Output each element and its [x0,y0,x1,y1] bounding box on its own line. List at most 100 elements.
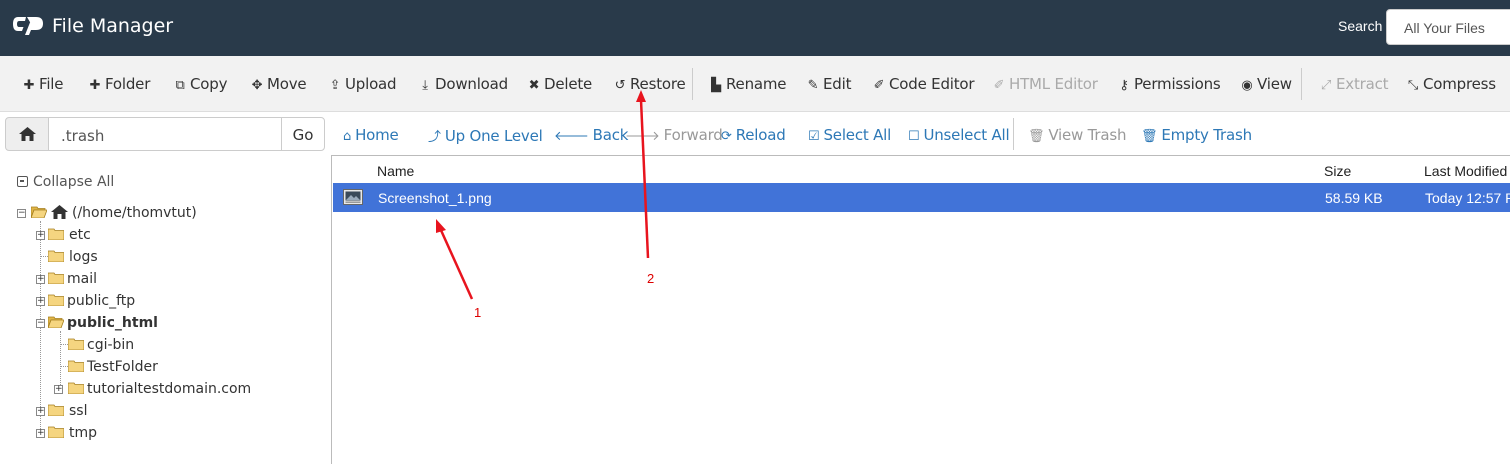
unselect-all-link[interactable]: ☐ Unselect All [908,126,1010,144]
close-icon: ✖ [528,78,540,93]
move-button[interactable]: ✥ Move [250,75,307,93]
view-trash-link[interactable]: 🗑 View Trash [1028,126,1127,144]
tree-item-testfolder[interactable]: TestFolder [56,357,176,377]
tree-item-etc[interactable]: + etc [36,225,156,245]
compress-button[interactable]: ⤡ Compress [1406,75,1496,93]
go-button[interactable]: Go [281,117,325,151]
check-square-icon: ☑ [808,129,820,144]
expand-toggle-icon[interactable]: + [36,429,45,438]
rename-button[interactable]: ▙ Rename [709,75,786,93]
folder-icon [48,404,64,416]
top-header: File Manager Search All Your Files [0,0,1510,56]
table-row[interactable]: Screenshot_1.png 58.59 KB Today 12:57 PM [333,183,1510,212]
copy-button[interactable]: ⧉ Copy [173,75,227,93]
toolbar-divider [692,68,693,100]
plus-icon: ✚ [23,78,35,93]
home-icon [51,205,68,219]
tree-item-logs[interactable]: logs [36,247,156,267]
collapse-toggle-icon[interactable]: − [36,319,45,328]
key-icon: ⚷ [1119,78,1129,93]
expand-toggle-icon[interactable]: + [36,231,45,240]
toolbar-divider [1301,68,1302,100]
download-icon: ⤓ [422,78,428,93]
edit-square-icon: ✐ [993,78,1005,93]
select-all-link[interactable]: ☑ Select All [808,126,891,144]
folder-icon [48,228,64,240]
toolbar: ✚ File ✚ Folder ⧉ Copy ✥ Move ⇪ Upload ⤓ Downl… [0,56,1510,112]
image-file-icon [343,189,363,205]
tree-item-tutorialtestdomain[interactable]: + tutorialtestdomain.com [54,379,254,399]
level-up-icon: ⤴ [428,130,441,145]
tree-item-public-html[interactable]: − public_html [36,313,186,333]
search-scope-select[interactable]: All Your Files [1386,9,1510,45]
copy-icon: ⧉ [175,78,185,93]
column-header-last-modified[interactable]: Last Modified [1424,163,1507,179]
file-modified-cell: Today 12:57 PM [1425,190,1510,206]
back-link[interactable]: 🡐 Back [554,126,628,144]
nav-divider [1013,118,1014,150]
tree-item-cgi-bin[interactable]: cgi-bin [56,335,176,355]
file-list-panel: Name Size Last Modified Screenshot_1.png… [331,155,1510,464]
folder-open-icon [48,316,64,328]
expand-toggle-icon[interactable]: + [54,385,63,394]
tree-item-public-ftp[interactable]: + public_ftp [36,291,176,311]
expand-toggle-icon[interactable]: + [36,297,45,306]
file-icon: ▙ [711,78,721,93]
undo-icon: ↺ [614,78,626,93]
column-header-size[interactable]: Size [1324,163,1351,179]
restore-button[interactable]: ↺ Restore [613,75,686,93]
home-icon [19,127,36,141]
folder-icon [48,426,64,438]
folder-open-icon [31,206,47,218]
trash-icon: 🗑 [1028,129,1045,144]
compress-icon: ⤡ [1407,78,1419,93]
folder-icon [48,294,64,306]
file-size-cell: 58.59 KB [1325,190,1383,206]
reload-link[interactable]: ⟳ Reload [721,126,786,144]
arrow-right-icon: 🡒 [625,129,660,144]
permissions-button[interactable]: ⚷ Permissions [1117,75,1220,93]
expand-toggle-icon[interactable]: + [36,275,45,284]
html-editor-button[interactable]: ✐ HTML Editor [992,75,1098,93]
download-button[interactable]: ⤓ Download [418,75,508,93]
edit-square-icon: ✐ [873,78,885,93]
file-name-cell: Screenshot_1.png [378,190,492,206]
annotation-label-2: 2 [647,271,655,286]
move-icon: ✥ [251,78,263,93]
trash-icon: 🗑 [1141,129,1158,144]
home-link[interactable]: ⌂ Home [343,126,399,144]
folder-icon [68,338,84,350]
code-editor-button[interactable]: ✐ Code Editor [872,75,975,93]
tree-item-root[interactable]: − (/home/thomvtut) [17,203,217,223]
tree-item-mail[interactable]: + mail [36,269,156,289]
extract-button[interactable]: ⤢ Extract [1319,75,1389,93]
tree-item-tmp[interactable]: + tmp [36,423,156,443]
forward-link[interactable]: 🡒 Forward [625,126,723,144]
up-one-level-link[interactable]: ⤴ Up One Level [428,126,543,145]
app-title: File Manager [52,15,174,37]
path-input[interactable]: .trash [48,117,282,151]
folder-icon [68,382,84,394]
annotation-label-1: 1 [474,305,482,320]
tree-item-ssl[interactable]: + ssl [36,401,156,421]
folder-icon [68,360,84,372]
view-button[interactable]: ◉ View [1240,75,1292,93]
column-header-name[interactable]: Name [377,163,414,179]
plus-icon: ✚ [89,78,101,93]
collapse-all-link[interactable]: Collapse All [17,174,114,190]
collapse-toggle-icon[interactable]: − [17,209,26,218]
new-folder-button[interactable]: ✚ Folder [88,75,151,93]
upload-button[interactable]: ⇪ Upload [328,75,397,93]
expand-icon: ⤢ [1320,78,1332,93]
search-label: Search [1338,18,1383,34]
new-file-button[interactable]: ✚ File [22,75,64,93]
empty-trash-link[interactable]: 🗑 Empty Trash [1141,126,1252,144]
arrow-left-icon: 🡐 [554,129,589,144]
home-path-button[interactable] [5,117,49,151]
folder-icon [48,250,64,262]
edit-button[interactable]: ✎ Edit [806,75,852,93]
expand-toggle-icon[interactable]: + [36,407,45,416]
folder-icon [48,272,64,284]
cpanel-logo-icon [13,17,43,35]
delete-button[interactable]: ✖ Delete [527,75,593,93]
